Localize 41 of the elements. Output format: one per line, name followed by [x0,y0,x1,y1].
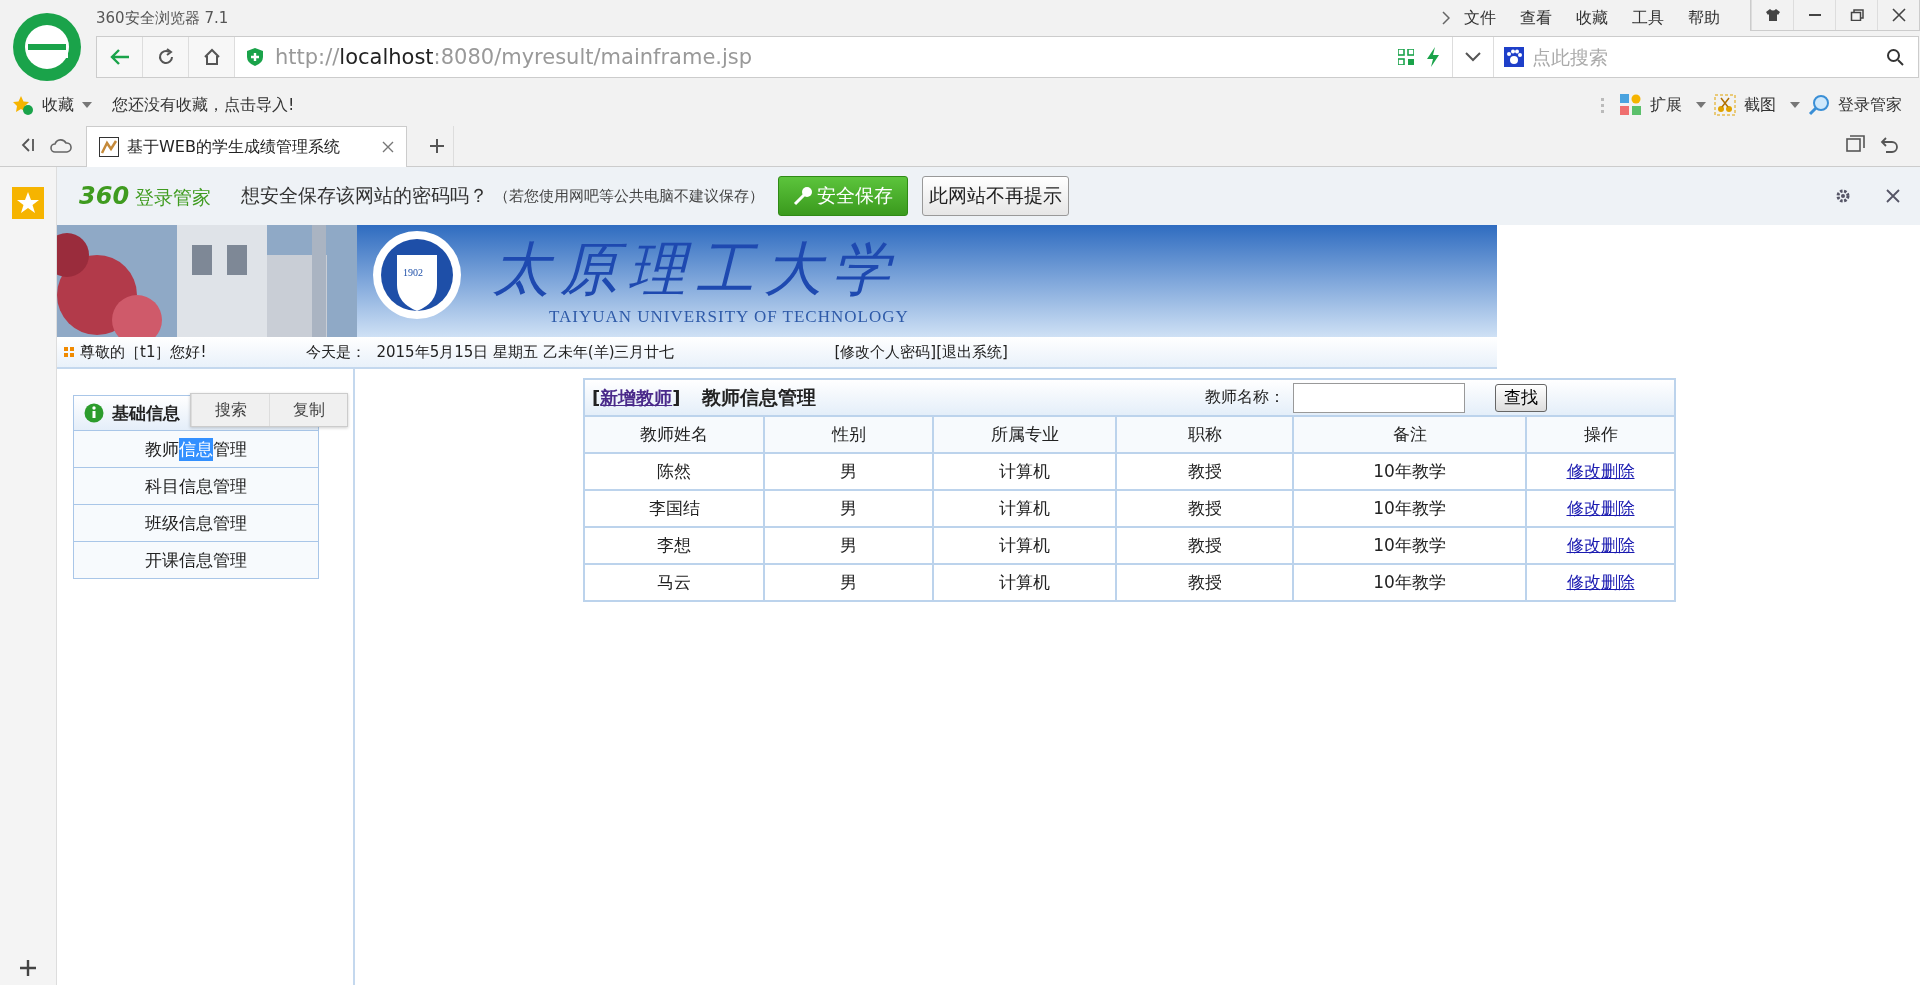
prompt-note: （若您使用网吧等公共电脑不建议保存） [494,186,765,206]
search-label: 教师名称： [1205,387,1285,408]
table-cell: 马云 [584,564,764,601]
column-header: 备注 [1293,416,1526,453]
table-cell: 计算机 [933,453,1116,490]
table-cell: 10年教学 [1293,453,1526,490]
table-cell: 教授 [1116,527,1293,564]
column-header: 性别 [764,416,933,453]
table-cell: 教授 [1116,453,1293,490]
bracket: ] [672,386,681,408]
table-cell: 陈然 [584,453,764,490]
table-cell: 男 [764,490,933,527]
date-text: 2015年5月15日 星期五 乙未年(羊)三月廿七 [376,342,675,362]
column-header: 所属专业 [933,416,1116,453]
table-cell: 李国结 [584,490,764,527]
table-cell: 教授 [1116,564,1293,601]
brand-logo: 360 登录管家 [79,181,212,211]
university-english-name: TAIYUAN UNIVERSITY OF TECHNOLOGY [549,307,909,327]
column-header: 操作 [1526,416,1675,453]
table-cell: 计算机 [933,490,1116,527]
table-cell: 男 [764,527,933,564]
table-cell: 教授 [1116,490,1293,527]
date-label: 今天是： [306,342,367,362]
table-cell: 男 [764,453,933,490]
university-name: 太原理工大学 [492,234,900,305]
bracket: [ [592,386,601,408]
table-cell: 计算机 [933,527,1116,564]
panel-title: 教师信息管理 [702,384,817,410]
window-title: 360安全浏览器 7.1 [96,8,229,28]
table-cell: 李想 [584,527,764,564]
column-header: 职称 [1116,416,1293,453]
save-password-prompt: 想安全保存该网站的密码吗？ [241,183,489,208]
table-cell: 男 [764,564,933,601]
table-cell: 计算机 [933,564,1116,601]
table-cell: 10年教学 [1293,490,1526,527]
seal-year: 1902 [403,267,423,278]
sidebar-title: 基础信息 [112,401,180,425]
table-cell: 10年教学 [1293,564,1526,601]
column-header: 教师姓名 [584,416,764,453]
welcome-text: 尊敬的［t1］您好! [80,342,207,362]
table-cell: 10年教学 [1293,527,1526,564]
